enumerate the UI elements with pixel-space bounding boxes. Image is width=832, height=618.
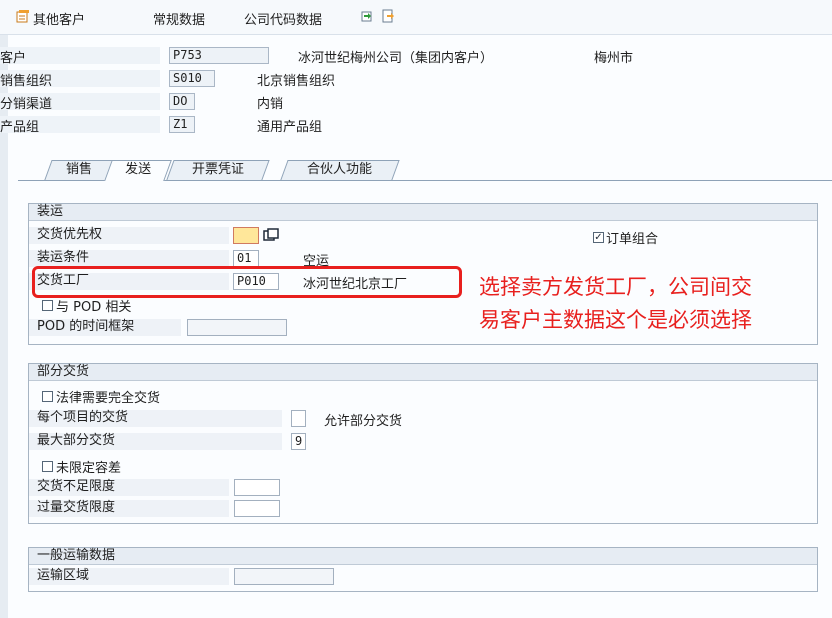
annotation-highlight-box xyxy=(32,266,462,298)
division-label: 产品组 xyxy=(0,120,40,135)
application-toolbar: 其他客户 常规数据 公司代码数据 xyxy=(0,0,832,35)
underdelivery-label: 交货不足限度 xyxy=(29,479,229,496)
dist-channel-label: 分销渠道 xyxy=(0,97,53,112)
unlimited-tolerance-label: 未限定容差 xyxy=(56,461,122,476)
unlimited-tolerance-checkbox[interactable] xyxy=(42,461,53,472)
company-code-data-button[interactable]: 公司代码数据 xyxy=(244,9,322,28)
annotation-text-line2: 易客户主数据这个是必须选择 xyxy=(479,308,752,332)
per-item-label: 每个项目的交货 xyxy=(29,410,282,427)
dist-channel-desc: 内销 xyxy=(257,97,284,112)
pod-timeframe-field[interactable] xyxy=(187,319,287,336)
customer-name: 冰河世纪梅州公司（集团内客户） xyxy=(298,51,494,66)
transport-group-title: 一般运输数据 xyxy=(29,548,817,565)
customer-field[interactable]: P753 xyxy=(169,47,269,64)
tab-shipping[interactable]: 发送 xyxy=(104,160,172,181)
shipping-group-title: 装运 xyxy=(29,204,817,221)
delivery-priority-field[interactable] xyxy=(233,227,259,244)
value-help-icon[interactable] xyxy=(263,228,279,246)
dist-channel-field[interactable]: DO xyxy=(169,93,195,110)
pod-timeframe-label: POD 的时间框架 xyxy=(29,319,181,336)
tab-sales[interactable]: 销售 xyxy=(44,160,114,180)
refresh-icon[interactable] xyxy=(360,9,374,23)
division-desc: 通用产品组 xyxy=(257,120,323,135)
sales-org-field[interactable]: S010 xyxy=(169,70,215,87)
overdelivery-field[interactable] xyxy=(234,500,280,517)
general-data-button[interactable]: 常规数据 xyxy=(153,9,205,28)
pod-relevant-label: 与 POD 相关 xyxy=(56,300,132,315)
per-item-field[interactable] xyxy=(291,410,306,427)
create-customer-icon[interactable] xyxy=(16,9,30,23)
complete-delivery-label: 法律需要完全交货 xyxy=(56,391,161,406)
order-combination-label: 订单组合 xyxy=(606,232,659,247)
sales-org-label: 销售组织 xyxy=(0,74,53,89)
underdelivery-field[interactable] xyxy=(234,479,280,496)
tab-billing-documents[interactable]: 开票凭证 xyxy=(166,160,270,180)
pod-relevant-checkbox[interactable] xyxy=(42,300,53,311)
display-document-icon[interactable] xyxy=(381,9,395,23)
max-partial-label: 最大部分交货 xyxy=(29,433,282,450)
shipping-conditions-field[interactable]: 01 xyxy=(233,250,259,267)
customer-label: 客户 xyxy=(0,51,27,66)
overdelivery-label: 过量交货限度 xyxy=(29,500,229,517)
shipping-conditions-label: 装运条件 xyxy=(29,250,229,267)
delivery-priority-label: 交货优先权 xyxy=(29,227,229,244)
customer-city: 梅州市 xyxy=(594,51,634,66)
sales-org-desc: 北京销售组织 xyxy=(257,74,336,89)
transport-zone-field[interactable] xyxy=(234,568,334,585)
partial-delivery-group-title: 部分交货 xyxy=(29,364,817,381)
transport-zone-label: 运输区域 xyxy=(29,568,229,585)
partial-allowed-label: 允许部分交货 xyxy=(324,414,403,429)
other-customer-button[interactable]: 其他客户 xyxy=(33,9,85,28)
division-field[interactable]: Z1 xyxy=(169,116,195,133)
complete-delivery-checkbox[interactable] xyxy=(42,391,53,402)
annotation-text-line1: 选择卖方发货工厂，公司间交 xyxy=(479,275,752,299)
tab-partner-functions[interactable]: 合伙人功能 xyxy=(280,160,400,180)
order-combination-checkbox[interactable]: ✓ xyxy=(593,232,604,243)
max-partial-field[interactable]: 9 xyxy=(291,433,306,450)
